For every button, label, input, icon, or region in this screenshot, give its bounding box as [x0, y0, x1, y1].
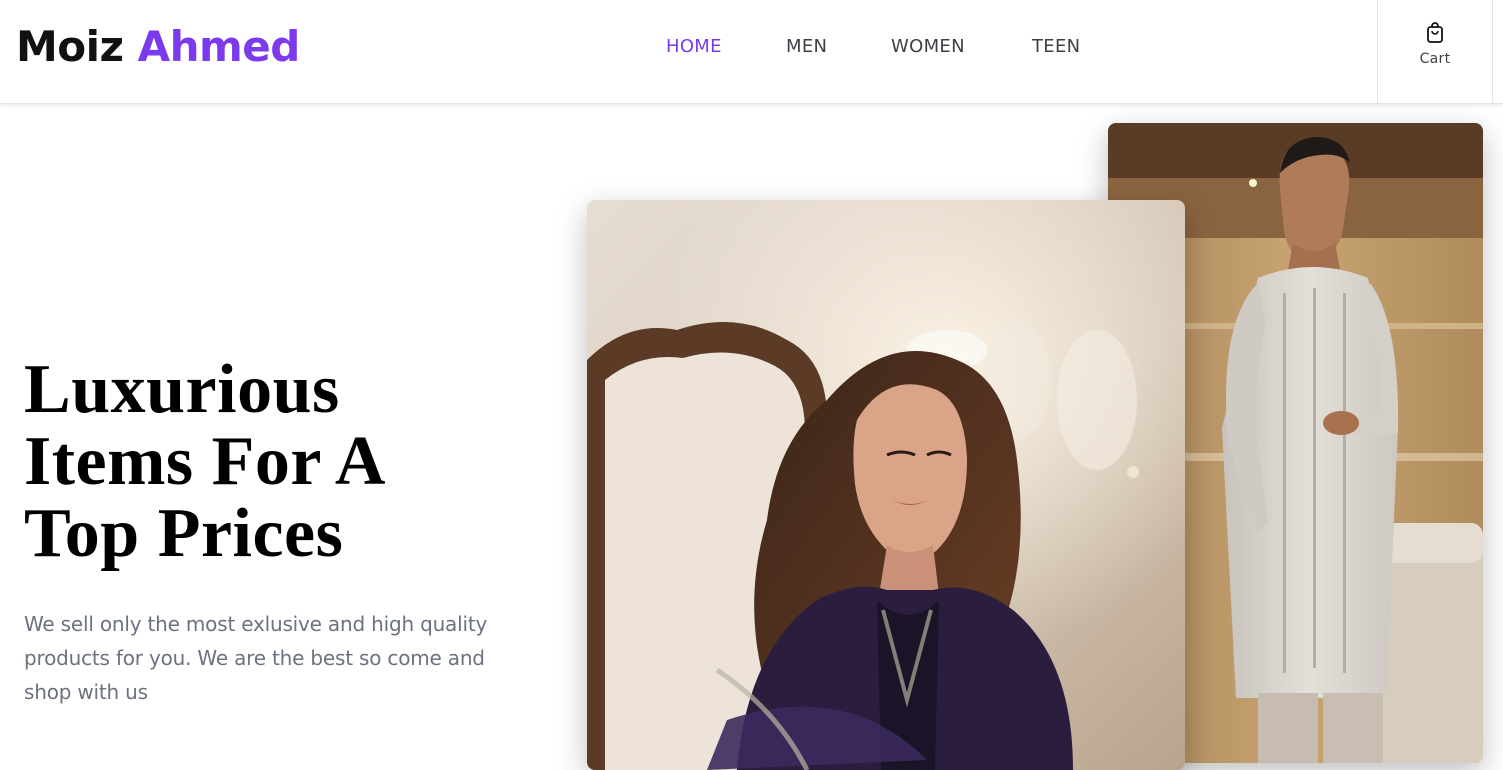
hero-title-line-3: Top Prices — [24, 495, 344, 572]
hero-title-line-1: Luxurious — [24, 351, 340, 428]
hero-description: We sell only the most exlusive and high … — [24, 612, 488, 704]
women-product-image[interactable] — [587, 200, 1185, 770]
logo-first: Moiz — [16, 22, 124, 71]
shopping-bag-icon — [1425, 22, 1445, 49]
nav-teen[interactable]: TEEN — [1032, 34, 1080, 60]
logo-second: Ahmed — [137, 22, 301, 71]
cart-label: Cart — [1419, 51, 1451, 67]
main-nav: HOME MEN WOMEN TEEN — [666, 34, 1080, 60]
nav-home[interactable]: HOME — [666, 34, 786, 60]
nav-women[interactable]: WOMEN — [891, 34, 1032, 60]
nav-men[interactable]: MEN — [786, 34, 891, 60]
hero-title-line-2: Items For A — [24, 423, 386, 500]
site-header: Moiz Ahmed HOME MEN WOMEN TEEN Cart — [0, 0, 1503, 104]
logo[interactable]: Moiz Ahmed — [16, 20, 300, 74]
cart-button[interactable]: Cart — [1377, 0, 1493, 104]
hero-title: Luxurious Items For A Top Prices — [24, 354, 494, 570]
